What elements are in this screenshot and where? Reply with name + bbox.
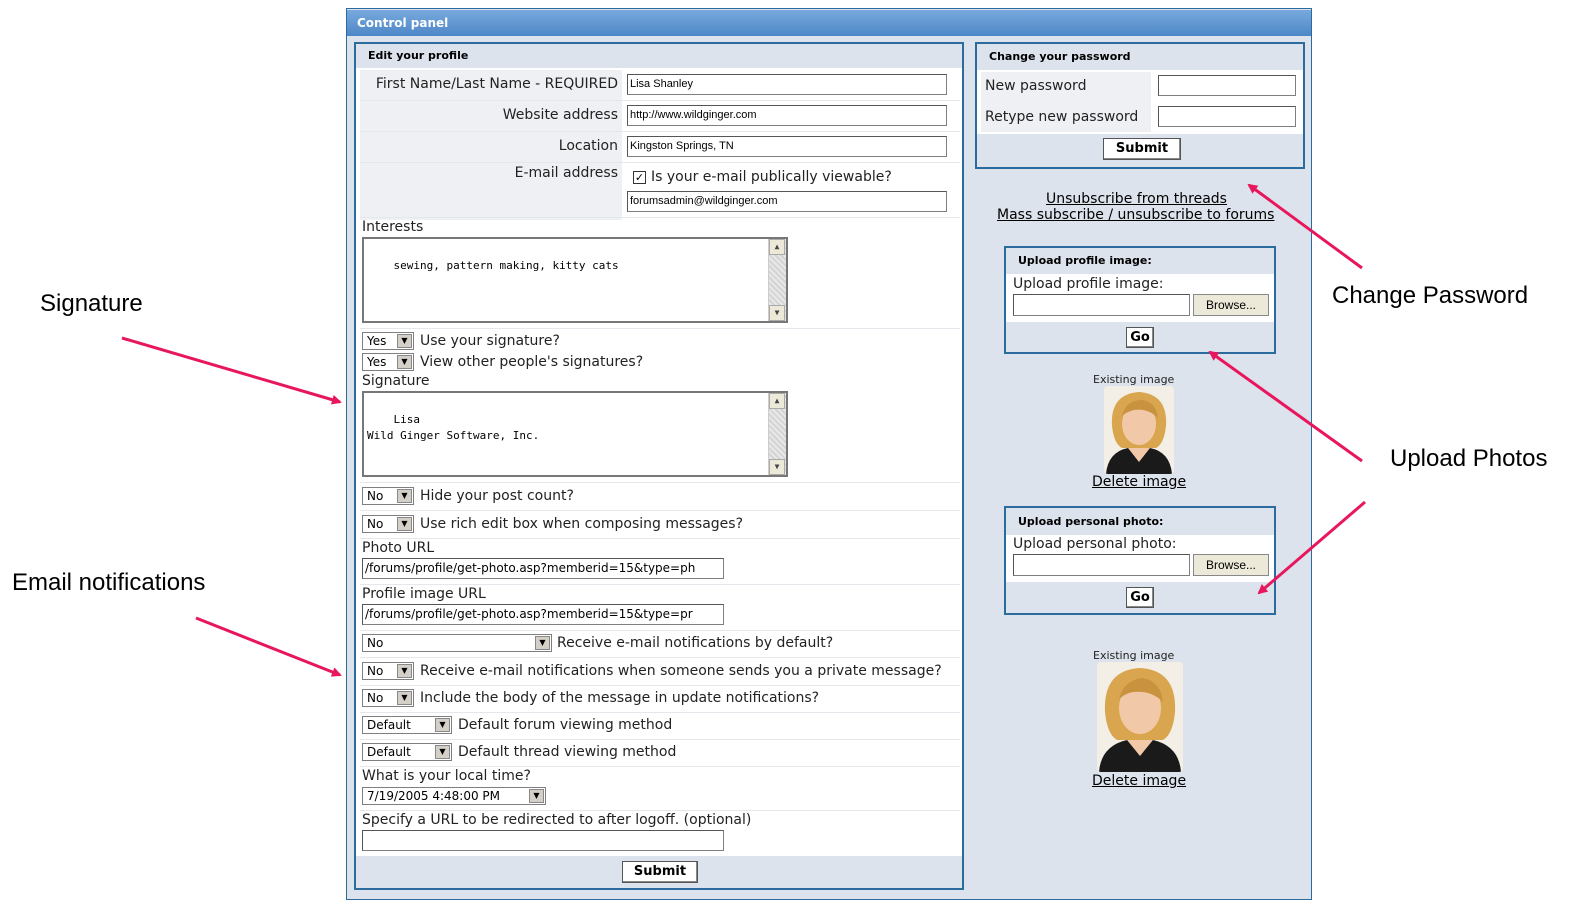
arrow-signature [121, 336, 342, 405]
arrow-change-password [1247, 183, 1363, 270]
arrow-email-notifications [195, 616, 342, 677]
arrow-upload-personal [1257, 500, 1366, 595]
arrow-upload-profile [1208, 350, 1363, 463]
annotation-arrows [121, 183, 1366, 677]
